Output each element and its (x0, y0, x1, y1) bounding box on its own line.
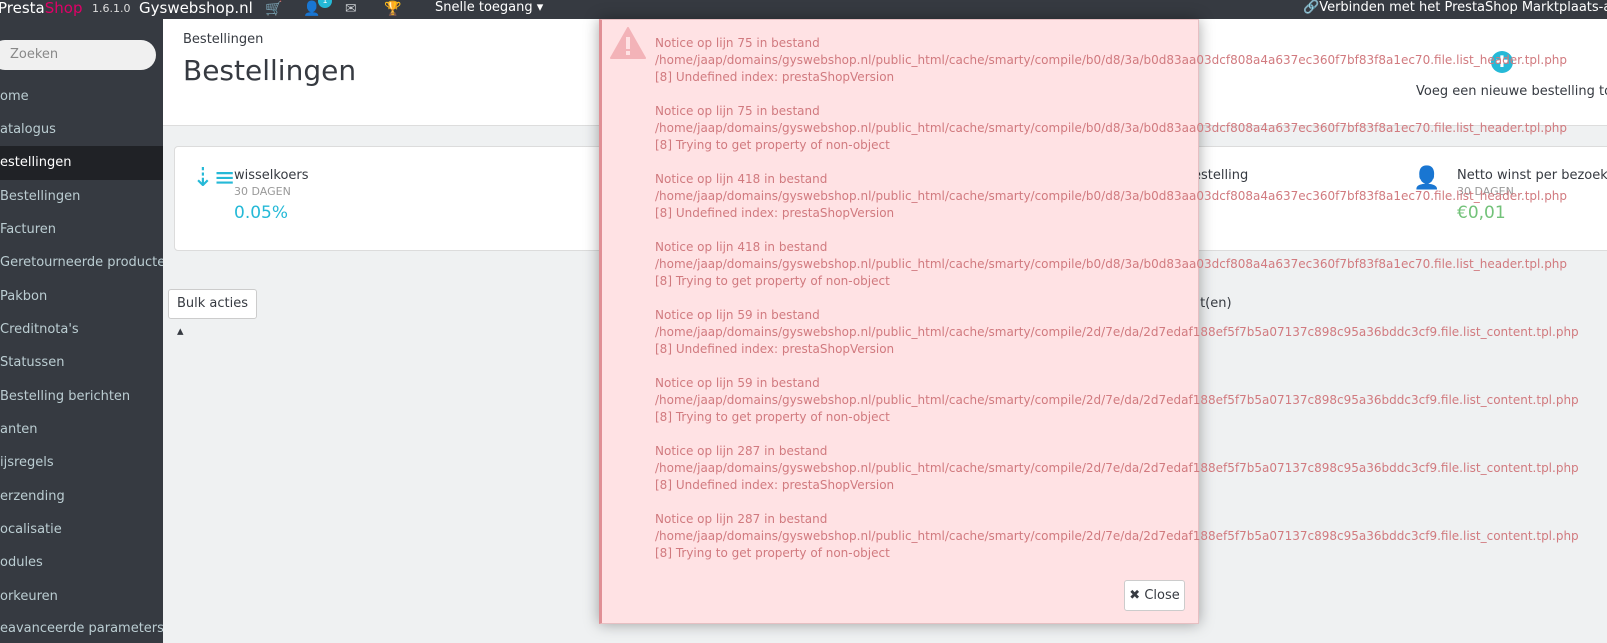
notice-line2: /home/jaap/domains/gyswebshop.nl/public_… (655, 189, 1568, 203)
sidebar-item[interactable]: Bestelling berichten (0, 380, 163, 414)
sidebar-item[interactable]: orkeuren (0, 580, 163, 614)
envelope-icon[interactable]: ✉ (345, 1, 357, 17)
sidebar-search-input[interactable]: Zoeken (0, 40, 156, 70)
sidebar-item[interactable]: erzending (0, 480, 163, 514)
notice-line3: [8] Undefined index: prestaShopVersion (655, 342, 895, 356)
notice-item: Notice op lijn 75 in bestand/home/jaap/d… (655, 103, 1607, 154)
notice-item: Notice op lijn 418 in bestand/home/jaap/… (655, 239, 1607, 290)
marketplace-connect-link[interactable]: 🔗Verbinden met het PrestaShop Marktplaat… (1303, 0, 1607, 15)
notice-line2: /home/jaap/domains/gyswebshop.nl/public_… (655, 393, 1579, 407)
prestashop-logo[interactable]: PrestaShop (0, 0, 82, 17)
logo-part-shop: Shop (44, 0, 83, 17)
breadcrumb[interactable]: Bestellingen (183, 32, 263, 47)
notice-line2: /home/jaap/domains/gyswebshop.nl/public_… (655, 461, 1579, 475)
notice-line1: Notice op lijn 59 in bestand (655, 376, 820, 390)
shop-name-link[interactable]: Gyswebshop.nl (139, 0, 253, 17)
sidebar-item[interactable]: ijsregels (0, 446, 163, 480)
sort-down-icon: ⇣≡ (192, 163, 236, 193)
top-navbar: PrestaShop 1.6.1.0 Gyswebshop.nl 🛒 👤 1 ✉… (0, 0, 1607, 19)
notice-line3: [8] Trying to get property of non-object (655, 274, 890, 288)
close-button[interactable]: ✖ Close (1124, 580, 1185, 611)
notice-line2: /home/jaap/domains/gyswebshop.nl/public_… (655, 257, 1568, 271)
link-icon: 🔗 (1303, 0, 1320, 15)
close-icon: ✖ (1129, 588, 1141, 603)
notice-line2: /home/jaap/domains/gyswebshop.nl/public_… (655, 325, 1579, 339)
sidebar-item[interactable]: Facturen (0, 213, 163, 247)
bulk-actions-button[interactable]: Bulk acties ▴ (168, 289, 257, 339)
sidebar-item[interactable]: odules (0, 546, 163, 580)
sidebar-item[interactable]: ome (0, 80, 163, 114)
notice-line1: Notice op lijn 287 in bestand (655, 512, 828, 526)
sidebar-item[interactable]: eavanceerde parameters (0, 612, 163, 643)
notice-line3: [8] Undefined index: prestaShopVersion (655, 70, 895, 84)
notice-item: Notice op lijn 287 in bestand/home/jaap/… (655, 443, 1607, 494)
sidebar-item[interactable]: Geretourneerde producten (0, 246, 163, 280)
notice-line1: Notice op lijn 75 in bestand (655, 104, 820, 118)
sidebar-item[interactable]: Bestellingen (0, 180, 163, 214)
error-notice-modal: Notice op lijn 75 in bestand/home/jaap/d… (599, 19, 1579, 624)
notice-line1: Notice op lijn 59 in bestand (655, 308, 820, 322)
notice-line2: /home/jaap/domains/gyswebshop.nl/public_… (655, 121, 1568, 135)
kpi-conversion-value: 0.05% (234, 203, 289, 223)
sidebar-item[interactable]: ocalisatie (0, 513, 163, 547)
sidebar-item[interactable]: anten (0, 413, 163, 447)
notice-line1: Notice op lijn 287 in bestand (655, 444, 828, 458)
sidebar-item[interactable]: Statussen (0, 346, 163, 380)
cart-icon[interactable]: 🛒 (265, 1, 282, 17)
sidebar-item[interactable]: Creditnota's (0, 313, 163, 347)
notice-line3: [8] Undefined index: prestaShopVersion (655, 206, 895, 220)
notice-line3: [8] Trying to get property of non-object (655, 410, 890, 424)
notice-line3: [8] Trying to get property of non-object (655, 138, 890, 152)
notice-line1: Notice op lijn 418 in bestand (655, 240, 828, 254)
kpi-conversion-title: wisselkoers (234, 168, 309, 183)
notice-line3: [8] Trying to get property of non-object (655, 546, 890, 560)
logo-part-presta: Presta (0, 0, 45, 17)
quick-access-label: Snelle toegang (435, 0, 533, 15)
page-title: Bestellingen (183, 54, 357, 87)
close-label: Close (1144, 588, 1180, 603)
version-label: 1.6.1.0 (92, 2, 131, 15)
sidebar-item[interactable]: estellingen (0, 146, 163, 180)
trophy-icon[interactable]: 🏆 (384, 1, 401, 17)
sidebar-item[interactable]: Pakbon (0, 280, 163, 314)
kpi-conversion-period: 30 DAGEN (234, 185, 291, 198)
notice-item: Notice op lijn 59 in bestand/home/jaap/d… (655, 375, 1607, 426)
sidebar-item[interactable]: atalogus (0, 113, 163, 147)
warning-icon (610, 27, 646, 59)
notice-line1: Notice op lijn 75 in bestand (655, 36, 820, 50)
notice-line2: /home/jaap/domains/gyswebshop.nl/public_… (655, 53, 1568, 67)
notice-item: Notice op lijn 287 in bestand/home/jaap/… (655, 511, 1607, 562)
notice-item: Notice op lijn 59 in bestand/home/jaap/d… (655, 307, 1607, 358)
notice-item: Notice op lijn 75 in bestand/home/jaap/d… (655, 35, 1607, 86)
notice-item: Notice op lijn 418 in bestand/home/jaap/… (655, 171, 1607, 222)
quick-access-dropdown[interactable]: Snelle toegang ▾ (435, 0, 543, 15)
bulk-actions-label: Bulk acties (177, 296, 249, 311)
notice-line2: /home/jaap/domains/gyswebshop.nl/public_… (655, 529, 1579, 543)
notice-line3: [8] Undefined index: prestaShopVersion (655, 478, 895, 492)
notice-line1: Notice op lijn 418 in bestand (655, 172, 828, 186)
caret-up-icon: ▴ (177, 324, 184, 339)
notice-list: Notice op lijn 75 in bestand/home/jaap/d… (655, 35, 1607, 579)
connect-label: Verbinden met het PrestaShop Marktplaats… (1319, 0, 1607, 15)
caret-down-icon: ▾ (536, 0, 544, 15)
notification-badge: 1 (318, 0, 332, 8)
